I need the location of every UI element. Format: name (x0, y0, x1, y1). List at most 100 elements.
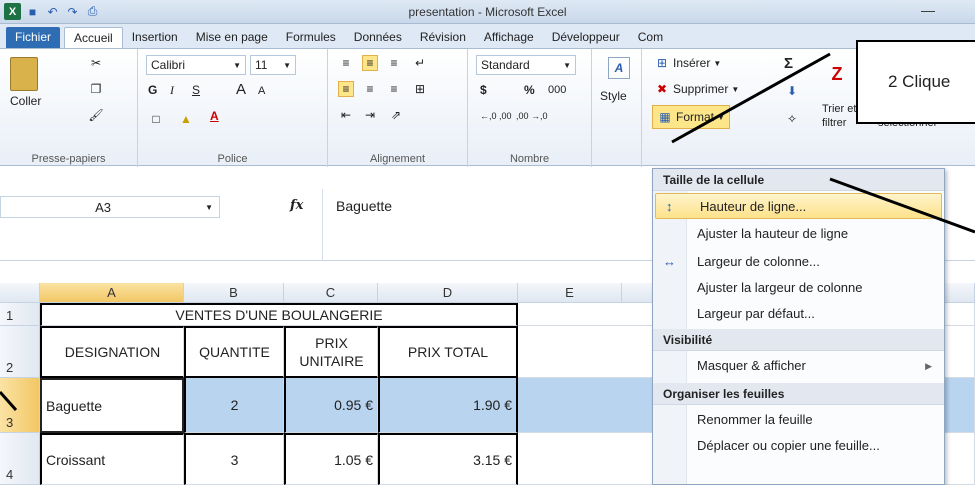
align-right-icon[interactable]: ≡ (386, 81, 402, 97)
menu-item-move-copy-sheet[interactable]: Déplacer ou copier une feuille... (653, 433, 944, 459)
tab-developpeur[interactable]: Développeur (543, 27, 629, 48)
align-center-icon[interactable]: ≡ (362, 81, 378, 97)
cell-a3-active[interactable]: Baguette (40, 378, 184, 433)
minimize-button[interactable]: — (921, 2, 935, 18)
align-top-icon[interactable]: ≡ (338, 55, 354, 71)
fill-icon[interactable]: ⬇ (784, 83, 800, 99)
cell-b4[interactable]: 3 (184, 433, 284, 485)
decrease-decimal-button[interactable]: ,00 →,0 (516, 111, 548, 121)
grow-font-button[interactable]: A (236, 81, 246, 98)
delete-label: Supprimer (673, 82, 729, 96)
tab-insertion[interactable]: Insertion (123, 27, 187, 48)
tab-affichage[interactable]: Affichage (475, 27, 543, 48)
column-header-b[interactable]: B (184, 283, 284, 303)
select-all-corner[interactable] (0, 283, 40, 303)
paste-icon (10, 57, 38, 91)
font-color-button[interactable]: A (210, 109, 219, 123)
row-header-4[interactable]: 4 (0, 433, 40, 485)
insert-button[interactable]: ⊞ Insérer ▼ (654, 55, 721, 71)
column-header-d[interactable]: D (378, 283, 518, 303)
group-label-number: Nombre (509, 153, 550, 165)
group-clipboard: Coller ✂ ❐ 🖌 Presse-papiers (0, 49, 138, 167)
delete-button[interactable]: ✖ Supprimer ▼ (654, 81, 739, 97)
menu-item-row-height[interactable]: ↕ Hauteur de ligne... (655, 193, 942, 219)
underline-button[interactable]: S (192, 83, 200, 97)
group-alignment: ≡ ≡ ≡ ↵ ≡ ≡ ≡ ⊞ ⇤ ⇥ ⇗ Alignement (328, 49, 468, 167)
align-bottom-icon[interactable]: ≡ (386, 55, 402, 71)
clear-icon[interactable]: ✧ (784, 111, 800, 127)
row-header-3[interactable]: 3 (0, 378, 40, 433)
filter-label: filtrer (822, 117, 847, 129)
cell-header-prix-total[interactable]: PRIX TOTAL (378, 326, 518, 378)
percent-button[interactable]: % (524, 83, 535, 97)
tab-commentaires[interactable]: Com (629, 27, 672, 48)
cell-styles-icon[interactable]: A (608, 57, 630, 79)
menu-item-row-height-label: Hauteur de ligne... (700, 199, 807, 214)
fill-color-icon[interactable]: ▲ (178, 111, 194, 127)
paste-button[interactable]: Coller (10, 57, 41, 108)
tab-fichier[interactable]: Fichier (6, 27, 61, 48)
chevron-down-icon: ▼ (563, 60, 571, 70)
increase-indent-icon[interactable]: ⇥ (362, 107, 378, 123)
name-box[interactable]: A3 ▼ (0, 196, 220, 218)
tab-formules[interactable]: Formules (277, 27, 345, 48)
autosum-button[interactable]: Σ (784, 55, 793, 72)
menu-item-autofit-row[interactable]: Ajuster la hauteur de ligne (653, 221, 944, 247)
orientation-icon[interactable]: ⇗ (388, 107, 404, 123)
cut-icon[interactable]: ✂ (88, 55, 104, 71)
cell-header-designation[interactable]: DESIGNATION (40, 326, 184, 378)
cell-d4[interactable]: 3.15 € (378, 433, 518, 485)
number-format-select[interactable]: Standard ▼ (476, 55, 576, 75)
decrease-indent-icon[interactable]: ⇤ (338, 107, 354, 123)
align-middle-icon[interactable]: ≡ (362, 55, 378, 71)
format-cells-icon: ▦ (659, 110, 671, 124)
formula-input[interactable]: Baguette (336, 198, 392, 214)
ribbon: Coller ✂ ❐ 🖌 Presse-papiers Calibri ▼ 11 ▼… (0, 48, 975, 167)
cell-header-quantite[interactable]: QUANTITE (184, 326, 284, 378)
cell-title-merged[interactable]: VENTES D'UNE BOULANGERIE (40, 303, 518, 326)
tab-donnees[interactable]: Données (345, 27, 411, 48)
style-button[interactable]: Style (600, 89, 627, 103)
format-button[interactable]: ▦ Format ▼ (652, 105, 730, 129)
column-header-c[interactable]: C (284, 283, 378, 303)
tab-accueil[interactable]: Accueil (64, 27, 123, 48)
sort-filter-button[interactable]: Trier et (822, 103, 856, 115)
menu-item-hide-show[interactable]: Masquer & afficher ▶ (653, 353, 944, 379)
menu-item-autofit-column[interactable]: Ajuster la largeur de colonne (653, 275, 944, 301)
column-header-e[interactable]: E (518, 283, 622, 303)
increase-decimal-button[interactable]: ←,0 ,00 (480, 111, 512, 121)
align-left-icon[interactable]: ≡ (338, 81, 354, 97)
cell-a4[interactable]: Croissant (40, 433, 184, 485)
cell-c3[interactable]: 0.95 € (284, 378, 378, 433)
menu-item-default-width[interactable]: Largeur par défaut... (653, 301, 944, 327)
window-title: presentation - Microsoft Excel (408, 5, 567, 19)
insert-function-icon[interactable]: fx (290, 198, 303, 213)
bold-button[interactable]: G (148, 83, 157, 97)
column-header-a[interactable]: A (40, 283, 184, 303)
cell-header-prix-unitaire[interactable]: PRIX UNITAIRE (284, 326, 378, 378)
tab-mise-en-page[interactable]: Mise en page (187, 27, 277, 48)
font-name-select[interactable]: Calibri ▼ (146, 55, 246, 75)
wrap-text-icon[interactable]: ↵ (412, 55, 428, 71)
currency-button[interactable]: $ (480, 83, 487, 97)
italic-button[interactable]: I (170, 83, 174, 98)
shrink-font-button[interactable]: A (258, 85, 265, 97)
merge-cells-icon[interactable]: ⊞ (412, 81, 428, 97)
menu-section-cell-size: Taille de la cellule (653, 169, 944, 191)
menu-item-rename-sheet[interactable]: Renommer la feuille (653, 407, 944, 433)
row-header-1[interactable]: 1 (0, 303, 40, 326)
copy-icon[interactable]: ❐ (88, 81, 104, 97)
cell-d3[interactable]: 1.90 € (378, 378, 518, 433)
font-size-select[interactable]: 11 ▼ (250, 55, 296, 75)
cell-b3[interactable]: 2 (184, 378, 284, 433)
row-header-2[interactable]: 2 (0, 326, 40, 378)
format-painter-icon[interactable]: 🖌 (88, 107, 104, 123)
thousands-button[interactable]: 000 (548, 84, 566, 96)
sort-filter-icon[interactable]: Z (824, 59, 850, 89)
tab-revision[interactable]: Révision (411, 27, 475, 48)
menu-item-column-width-label: Largeur de colonne... (697, 254, 820, 269)
title-bar: X ■ ↶ ↷ ⎙ presentation - Microsoft Excel… (0, 0, 975, 24)
cell-c4[interactable]: 1.05 € (284, 433, 378, 485)
borders-icon[interactable]: □ (148, 111, 164, 127)
menu-item-column-width[interactable]: ↔ Largeur de colonne... (653, 249, 944, 275)
